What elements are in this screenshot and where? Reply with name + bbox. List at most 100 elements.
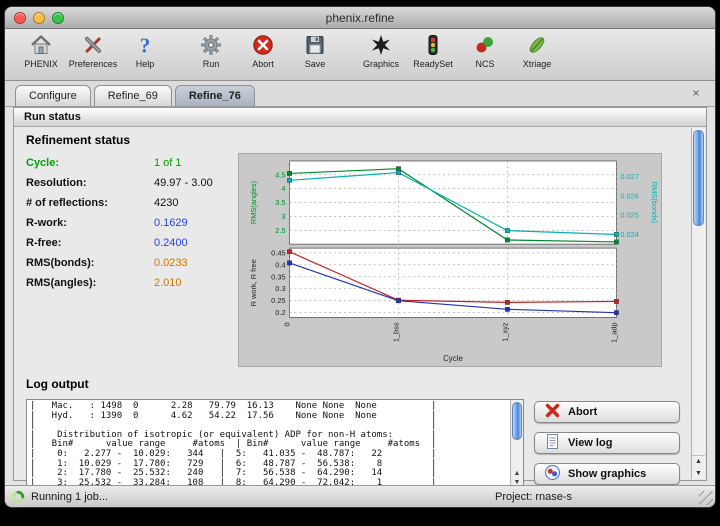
svg-text:4: 4 <box>281 184 285 193</box>
toolbar-button-xtriage[interactable]: Xtriage <box>511 32 563 69</box>
svg-text:2.5: 2.5 <box>275 226 285 235</box>
window-title: phenix.refine <box>5 11 715 25</box>
svg-text:1_adp: 1_adp <box>609 322 618 343</box>
show-graphics-label: Show graphics <box>568 468 646 480</box>
toolbar-label-run: Run <box>203 59 220 69</box>
xtriage-icon <box>524 32 550 58</box>
svg-text:Cycle: Cycle <box>443 354 463 363</box>
preferences-icon <box>80 32 106 58</box>
svg-text:0: 0 <box>283 322 292 326</box>
run-status-header: Run status <box>14 108 706 127</box>
log-vscroll-thumb[interactable] <box>512 402 522 440</box>
tab-configure[interactable]: Configure <box>15 85 91 106</box>
toolbar-button-ncs[interactable]: NCS <box>459 32 511 69</box>
status-bar: Running 1 job... Project: rnase-s <box>5 485 715 507</box>
show-graphics-icon <box>544 464 561 484</box>
stat-value: 0.2400 <box>130 237 238 249</box>
svg-text:0.45: 0.45 <box>271 248 285 257</box>
stat-value: 1 of 1 <box>130 157 238 169</box>
run-status-body: Refinement status Cycle:1 of 1 Resolution… <box>14 127 706 480</box>
svg-text:0.35: 0.35 <box>271 272 285 281</box>
stat-label: RMS(bonds): <box>26 257 130 269</box>
svg-text:0.026: 0.026 <box>620 191 639 200</box>
view-log-icon <box>544 433 561 453</box>
show-graphics-button[interactable]: Show graphics <box>534 463 680 485</box>
toolbar-label-phenix: PHENIX <box>24 59 58 69</box>
stat-value: 2.010 <box>130 277 238 289</box>
progress-spinner-icon <box>11 490 25 504</box>
stat-label: R-free: <box>26 237 130 249</box>
toolbar-label-readyset: ReadySet <box>413 59 453 69</box>
toolbar-button-abort[interactable]: Abort <box>237 32 289 69</box>
phenix-icon <box>28 32 54 58</box>
svg-text:0.25: 0.25 <box>271 296 285 305</box>
stat-row: RMS(bonds):0.0233 <box>26 257 238 269</box>
toolbar-button-save[interactable]: Save <box>289 32 341 69</box>
toolbar-label-preferences: Preferences <box>69 59 118 69</box>
toolbar-button-run[interactable]: Run <box>185 32 237 69</box>
svg-text:0.4: 0.4 <box>275 260 285 269</box>
log-vertical-scrollbar[interactable]: ▲▼ <box>510 400 523 487</box>
svg-text:?: ? <box>140 34 151 58</box>
close-tab-button[interactable]: × <box>689 87 703 101</box>
svg-text:0.3: 0.3 <box>275 284 285 293</box>
abort-label: Abort <box>568 406 597 418</box>
phenix-refine-window: phenix.refine PHENIX Preferences?Help Run A… <box>4 6 716 508</box>
abort-icon <box>544 402 561 422</box>
toolbar-label-xtriage: Xtriage <box>523 59 552 69</box>
toolbar-button-preferences[interactable]: Preferences <box>67 32 119 69</box>
titlebar: phenix.refine <box>5 7 715 29</box>
toolbar-label-graphics: Graphics <box>363 59 399 69</box>
svg-text:4.5: 4.5 <box>275 170 285 179</box>
svg-text:1_bss: 1_bss <box>391 322 400 342</box>
close-window-button[interactable] <box>14 12 26 24</box>
toolbar: PHENIX Preferences?Help Run Abort Save Graphi… <box>5 29 715 81</box>
ncs-icon <box>472 32 498 58</box>
stat-row: R-work:0.1629 <box>26 217 238 229</box>
svg-text:0.025: 0.025 <box>620 211 639 220</box>
abort-icon <box>250 32 276 58</box>
stat-row: # of reflections:4230 <box>26 197 238 209</box>
toolbar-button-graphics[interactable]: Graphics <box>355 32 407 69</box>
stat-label: Resolution: <box>26 177 130 189</box>
refinement-status-heading: Refinement status <box>26 133 682 147</box>
main-area: Run status Refinement status Cycle:1 of … <box>5 107 715 485</box>
svg-text:0.024: 0.024 <box>620 230 639 239</box>
log-row: | Mac. : 1498 0 2.28 79.79 16.13 None No… <box>26 399 682 478</box>
tab-refine_69[interactable]: Refine_69 <box>94 85 172 106</box>
save-icon <box>302 32 328 58</box>
graphics-icon <box>368 32 394 58</box>
resize-grip[interactable] <box>699 491 713 505</box>
stat-row: Resolution:49.97 - 3.00 <box>26 177 238 189</box>
svg-text:3.5: 3.5 <box>275 198 285 207</box>
toolbar-button-phenix[interactable]: PHENIX <box>15 32 67 69</box>
panel-vertical-scrollbar[interactable]: ▲▼ <box>691 128 705 479</box>
toolbar-button-readyset[interactable]: ReadySet <box>407 32 459 69</box>
readyset-icon <box>420 32 446 58</box>
abort-button[interactable]: Abort <box>534 401 680 423</box>
toolbar-label-ncs: NCS <box>475 59 494 69</box>
toolbar-label-help: Help <box>136 59 155 69</box>
zoom-window-button[interactable] <box>52 12 64 24</box>
view-log-button[interactable]: View log <box>534 432 680 454</box>
svg-text:RMS(angles): RMS(angles) <box>249 181 258 224</box>
stat-row: Cycle:1 of 1 <box>26 157 238 169</box>
run-icon <box>198 32 224 58</box>
toolbar-label-save: Save <box>305 59 326 69</box>
stat-row: R-free:0.2400 <box>26 237 238 249</box>
project-label: Project: rnase-s <box>495 491 572 503</box>
panel-vscroll-arrows[interactable]: ▲▼ <box>692 455 705 479</box>
refinement-chart-panel: 2.533.544.50.0240.0250.0260.027RMS(angle… <box>238 153 662 367</box>
svg-text:1_xyz: 1_xyz <box>500 322 509 342</box>
toolbar-button-help[interactable]: ?Help <box>119 32 171 69</box>
svg-text:0.2: 0.2 <box>275 308 285 317</box>
toolbar-label-abort: Abort <box>252 59 274 69</box>
stat-value: 4230 <box>130 197 238 209</box>
minimize-window-button[interactable] <box>33 12 45 24</box>
status-text: Running 1 job... <box>31 491 108 503</box>
view-log-label: View log <box>568 437 612 449</box>
panel-vscroll-thumb[interactable] <box>693 130 704 226</box>
stat-row: RMS(angles):2.010 <box>26 277 238 289</box>
tab-bar: ConfigureRefine_69Refine_76 × <box>5 81 715 107</box>
tab-refine_76[interactable]: Refine_76 <box>175 85 255 106</box>
